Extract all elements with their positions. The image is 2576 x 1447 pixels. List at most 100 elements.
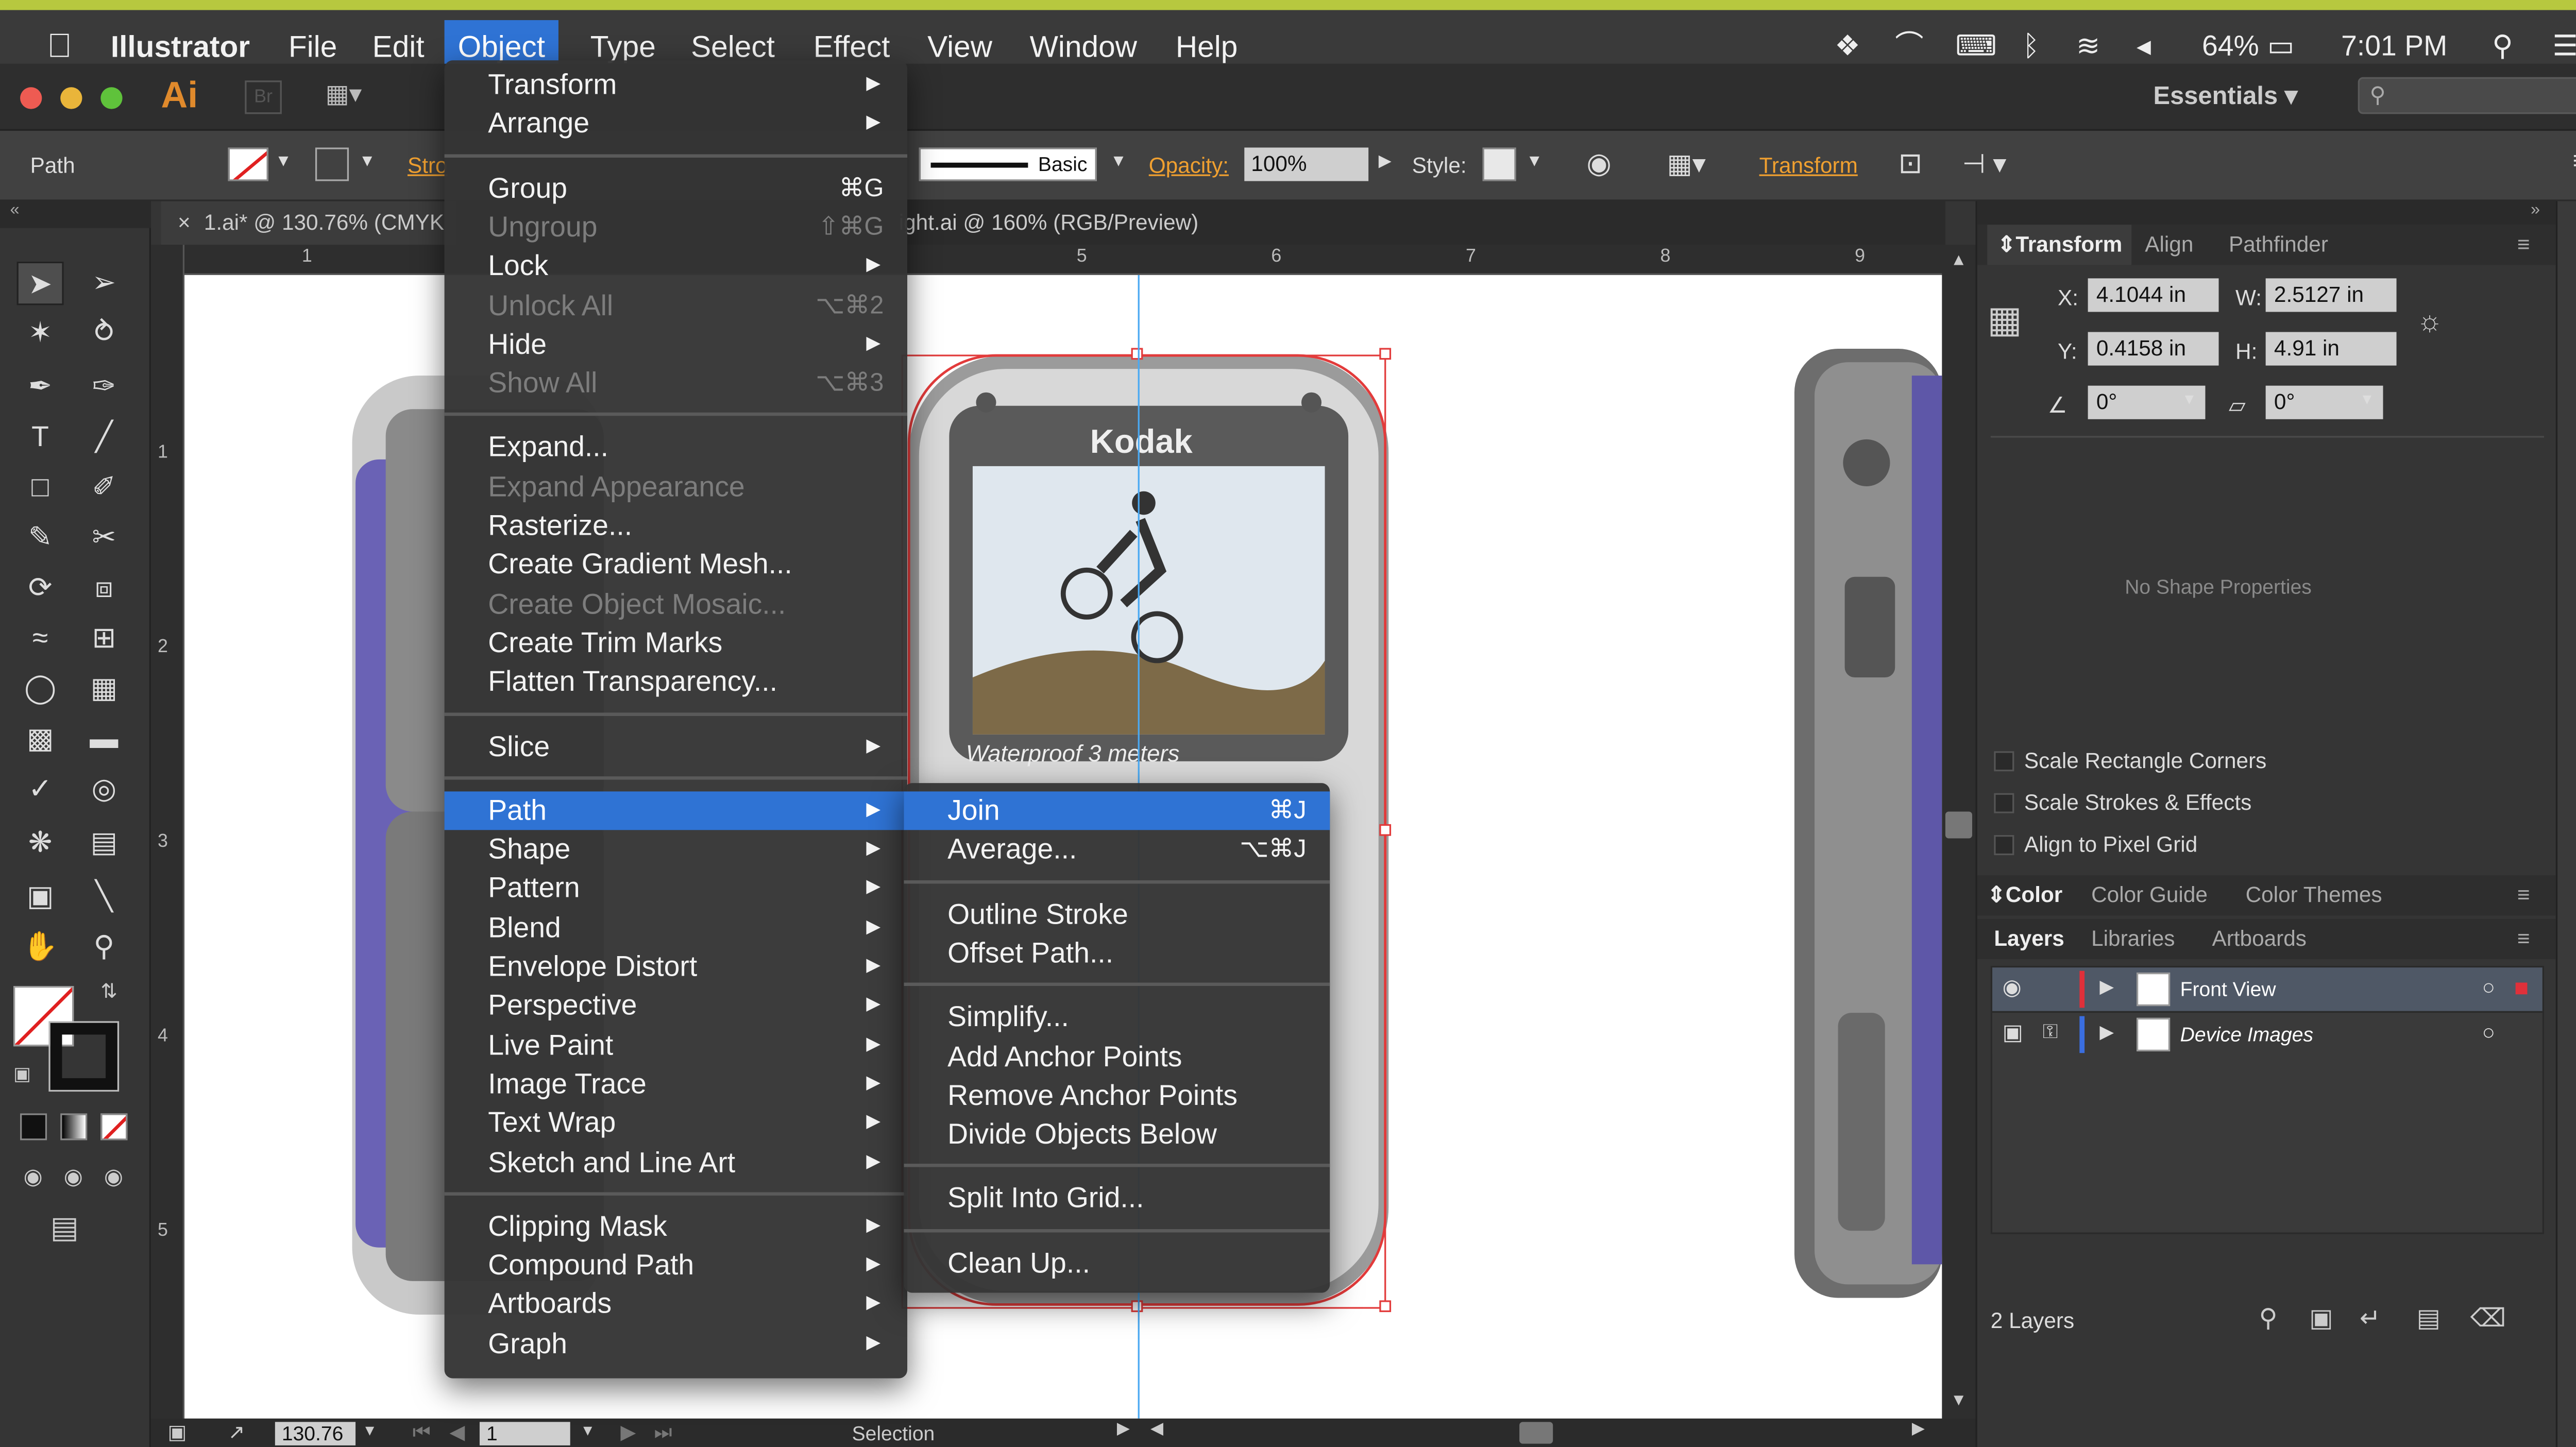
object-menu-item-transform[interactable]: Transform ▶ [445, 65, 907, 104]
blend-tool-icon[interactable]: ◎ [80, 768, 127, 812]
brush-dropdown-icon[interactable]: ▼ [1110, 152, 1127, 171]
fill-swatch[interactable] [228, 147, 268, 181]
workspace-switcher[interactable]: Essentials ▾ [2154, 80, 2298, 110]
bridge-button[interactable]: Br [245, 80, 282, 114]
path-submenu-item-outline-stroke[interactable]: Outline Stroke [904, 895, 1330, 933]
screen-mode-icon[interactable]: ▤ [50, 1211, 79, 1246]
free-transform-tool-icon[interactable]: ⊞ [80, 617, 127, 661]
rectangle-tool-icon[interactable]: □ [17, 466, 64, 510]
direct-selection-tool-icon[interactable]: ➢ [80, 262, 127, 305]
scale-strokes-checkbox[interactable] [1994, 793, 2014, 813]
scroll-left-icon[interactable]: ◀ [1150, 1420, 1163, 1439]
share-icon[interactable]: ↗ [228, 1420, 245, 1444]
opacity-field[interactable]: 100% [1244, 147, 1369, 181]
object-menu-item-blend[interactable]: Blend ▶ [445, 908, 907, 947]
width-tool-icon[interactable]: ≈ [17, 617, 64, 661]
object-menu-item-create-gradient-mesh[interactable]: Create Gradient Mesh... [445, 546, 907, 584]
vertical-ruler[interactable]: 1 2 3 4 5 [150, 245, 185, 1419]
color-mode-button[interactable] [20, 1113, 47, 1140]
zoom-level-field[interactable]: 130.76 [275, 1422, 356, 1445]
reference-point-icon[interactable]: ▦ [1987, 298, 2022, 342]
w-field[interactable]: 2.5127 in [2265, 278, 2397, 312]
stroke-swatch[interactable] [315, 147, 349, 181]
path-submenu-item-divide-objects-below[interactable]: Divide Objects Below [904, 1115, 1330, 1154]
draw-behind-icon[interactable]: ◉ [64, 1164, 83, 1190]
path-submenu-item-simplify[interactable]: Simplify... [904, 998, 1330, 1036]
graphic-style-swatch[interactable] [1482, 147, 1516, 181]
expand-layer-icon[interactable]: ▶ [2099, 1021, 2114, 1043]
target-icon[interactable]: ○ [2482, 1019, 2496, 1045]
tab-color-guide[interactable]: Color Guide [2091, 875, 2208, 915]
lasso-tool-icon[interactable]: ⥁ [80, 312, 127, 355]
tab-document-1[interactable]: × 1.ai* @ 130.76% (CMYK [161, 201, 456, 245]
last-artboard-icon[interactable]: ⏭ [654, 1420, 672, 1445]
tab-artboards[interactable]: Artboards [2212, 919, 2307, 959]
pen-tool-icon[interactable]: ✒ [17, 366, 64, 410]
help-search-input[interactable]: ⚲ [2358, 77, 2576, 114]
swap-colors-icon[interactable]: ⇅ [100, 979, 117, 1003]
tools-collapse-icon[interactable]: « [0, 201, 151, 228]
expand-layer-icon[interactable]: ▶ [2099, 976, 2114, 998]
zoom-dropdown-icon[interactable]: ▼ [362, 1422, 377, 1439]
object-menu-item-slice[interactable]: Slice ▶ [445, 727, 907, 765]
artboard-number-field[interactable]: 1 [479, 1422, 570, 1445]
camera-side-view-image[interactable] [1794, 349, 1942, 1298]
zoom-window-button[interactable] [100, 87, 123, 109]
fill-dropdown-icon[interactable]: ▼ [275, 152, 292, 171]
pencil-tool-icon[interactable]: ✎ [17, 517, 64, 560]
y-field[interactable]: 0.4158 in [2088, 332, 2219, 366]
selection-handle[interactable] [1379, 1300, 1392, 1313]
locate-object-icon[interactable]: ⚲ [2259, 1303, 2278, 1333]
paintbrush-tool-icon[interactable]: ✐ [80, 466, 127, 510]
object-menu-item-shape[interactable]: Shape ▶ [445, 830, 907, 869]
first-artboard-icon[interactable]: ⏮ [413, 1420, 431, 1445]
minimize-window-button[interactable] [60, 87, 82, 109]
column-graph-tool-icon[interactable]: ▤ [80, 822, 127, 865]
selection-handle[interactable] [1131, 1300, 1143, 1313]
gradient-tool-icon[interactable]: ▬ [80, 718, 127, 761]
gpu-performance-icon[interactable]: ▣ [168, 1420, 187, 1444]
brush-definition[interactable]: Basic [919, 147, 1097, 181]
scroll-down-icon[interactable]: ▼ [1951, 1392, 1967, 1410]
color-panel-menu-icon[interactable]: ≡ [2517, 875, 2530, 915]
object-menu-item-group[interactable]: Group ⌘G [445, 168, 907, 207]
align-selection-icon[interactable]: ▦▾ [1667, 147, 1706, 181]
layer-row[interactable]: ◉ ▶ Front View ○ [1992, 967, 2543, 1011]
selection-tool-icon[interactable]: ➤ [16, 261, 64, 305]
object-menu-item-pattern[interactable]: Pattern ▶ [445, 869, 907, 908]
zoom-tool-icon[interactable]: ⚲ [80, 926, 127, 969]
object-menu-item-lock[interactable]: Lock ▶ [445, 247, 907, 285]
perspective-grid-tool-icon[interactable]: ▦ [80, 668, 127, 711]
eyedropper-tool-icon[interactable]: ✓ [17, 768, 64, 812]
transform-panel-menu-icon[interactable]: ≡ [2517, 225, 2530, 265]
tab-libraries[interactable]: Libraries [2091, 919, 2175, 959]
shape-builder-tool-icon[interactable]: ◯ [17, 668, 64, 711]
new-layer-icon[interactable]: ▤ [2417, 1303, 2441, 1333]
stroke-panel-link[interactable]: Stro [408, 152, 448, 178]
new-sublayer-icon[interactable]: ↵ [2360, 1303, 2381, 1333]
selection-handle[interactable] [1379, 824, 1392, 836]
target-icon[interactable]: ○ [2482, 974, 2496, 999]
pixel-grid-checkbox[interactable] [1994, 835, 2014, 856]
object-menu-item-envelope-distort[interactable]: Envelope Distort ▶ [445, 947, 907, 986]
object-menu-item-text-wrap[interactable]: Text Wrap ▶ [445, 1103, 907, 1142]
vertical-scroll-thumb[interactable] [1945, 811, 1972, 839]
magic-wand-tool-icon[interactable]: ✶ [17, 312, 64, 355]
tab-align[interactable]: Align [2145, 225, 2193, 265]
path-submenu-item-average[interactable]: Average... ⌥⌘J [904, 830, 1330, 869]
line-segment-tool-icon[interactable]: ╱ [80, 416, 127, 459]
curvature-tool-icon[interactable]: ✑ [80, 366, 127, 410]
vertical-align-icon[interactable]: ⊣ ▾ [1962, 147, 2006, 181]
draw-inside-icon[interactable]: ◉ [104, 1164, 123, 1190]
mesh-tool-icon[interactable]: ▩ [17, 718, 64, 761]
tab-color-themes[interactable]: Color Themes [2246, 875, 2382, 915]
draw-normal-icon[interactable]: ◉ [24, 1164, 43, 1190]
constrain-proportions-icon[interactable]: ☼ [2417, 305, 2443, 338]
slice-tool-icon[interactable]: ╲ [80, 875, 127, 919]
selection-handle[interactable] [1379, 348, 1392, 360]
object-menu-item-arrange[interactable]: Arrange ▶ [445, 105, 907, 143]
rotate-tool-icon[interactable]: ⟳ [17, 567, 64, 610]
artboard-dropdown-icon[interactable]: ▼ [580, 1422, 595, 1439]
previous-artboard-icon[interactable]: ◀ [449, 1420, 465, 1444]
opacity-arrow-icon[interactable]: ▶ [1379, 152, 1392, 171]
